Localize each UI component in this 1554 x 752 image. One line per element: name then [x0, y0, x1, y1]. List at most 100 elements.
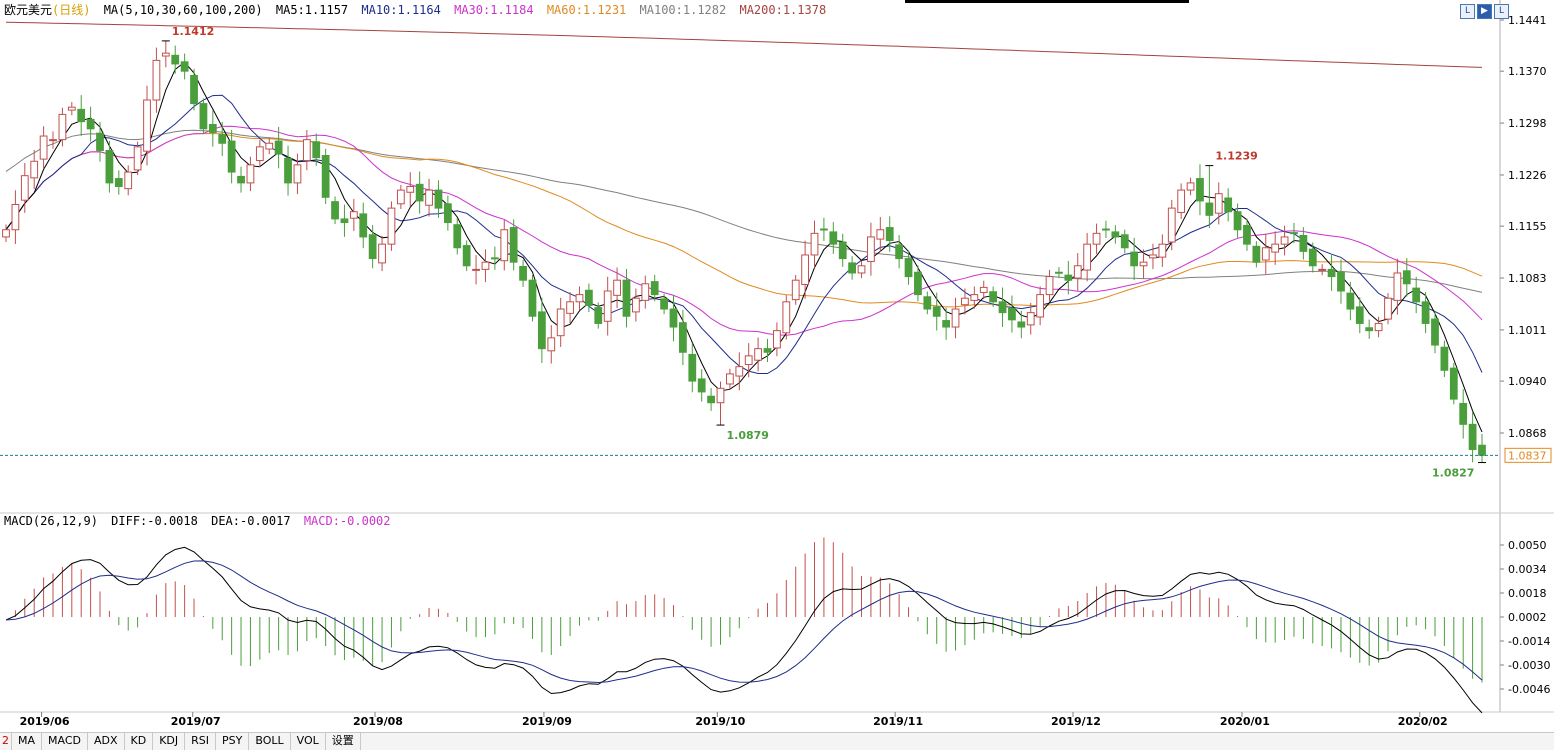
legend-ma60: MA60:1.1231: [546, 3, 627, 17]
candle-body: [218, 134, 227, 144]
candle: [782, 295, 791, 340]
candle-body: [782, 301, 791, 334]
candle-body: [481, 261, 490, 270]
ma5-line: [5, 61, 1483, 433]
toolbar-button-2[interactable]: ▶: [1477, 4, 1492, 19]
candle: [1431, 310, 1439, 354]
chart-canvas[interactable]: 1.0837 1.1441 1.1370 1.1298 1.1226 1.1155 1.1…: [0, 0, 1554, 732]
candle-body: [1055, 271, 1063, 274]
low-annotation: 1.0827: [1432, 467, 1474, 480]
candle: [1412, 276, 1421, 314]
candle: [754, 337, 762, 372]
candle: [613, 267, 621, 309]
legend-ma100: MA100:1.1282: [639, 3, 727, 17]
candle: [20, 162, 29, 213]
candle: [791, 275, 800, 305]
candle-body: [603, 290, 612, 322]
macd-tick-label: 0.0034: [1508, 563, 1547, 576]
tab-rsi[interactable]: RSI: [185, 733, 217, 750]
tab-index[interactable]: 2: [0, 733, 12, 750]
candle: [688, 343, 697, 393]
candle-body: [773, 330, 781, 349]
toolbar-button-3[interactable]: L: [1494, 4, 1509, 19]
candle: [1252, 241, 1261, 268]
candle: [1393, 258, 1402, 315]
macd-legend: MACD(26,12,9) DIFF:-0.0018 DEA:-0.0017 M…: [4, 513, 397, 529]
candle: [284, 145, 292, 196]
candle: [1083, 232, 1092, 282]
candle: [575, 286, 584, 311]
candle-body: [321, 155, 330, 198]
macd-tick-label: -0.0030: [1508, 659, 1550, 672]
candle: [1149, 243, 1157, 270]
legend-ma30: MA30:1.1184: [454, 3, 534, 17]
dea-line: [5, 560, 1483, 684]
candle-body: [1384, 297, 1392, 320]
tab-kd[interactable]: KD: [125, 733, 154, 750]
candle: [500, 220, 509, 271]
candle-body: [688, 353, 697, 382]
candle: [632, 288, 640, 322]
candle-body: [11, 204, 20, 231]
tab-ma[interactable]: MA: [12, 733, 43, 750]
current-price-label: 1.0837: [1508, 449, 1547, 462]
macd-legend-macd: MACD:-0.0002: [303, 514, 391, 528]
tab-psy[interactable]: PSY: [216, 733, 250, 750]
candle: [594, 302, 603, 329]
candle: [472, 255, 480, 285]
tab-kdj[interactable]: KDJ: [153, 733, 186, 750]
candle: [1120, 229, 1129, 253]
candle-body: [867, 236, 875, 262]
candle: [1102, 220, 1110, 238]
candle: [556, 297, 565, 347]
candle-body: [660, 298, 668, 310]
candle: [1111, 225, 1120, 244]
candle-body: [820, 228, 828, 231]
candle-body: [406, 185, 415, 193]
legend-ma-params[interactable]: MA(5,10,30,60,100,200): [104, 3, 263, 17]
candle: [406, 172, 415, 207]
candle: [387, 201, 396, 251]
tab-boll[interactable]: BOLL: [249, 733, 291, 750]
candle-body: [904, 258, 913, 278]
candle: [697, 369, 706, 402]
candle-body: [284, 157, 292, 184]
candle: [453, 217, 462, 255]
candle-body: [340, 218, 349, 224]
tab-settings[interactable]: 设置: [326, 733, 361, 750]
candle: [1449, 362, 1458, 405]
candle-body: [1355, 306, 1364, 324]
candle: [773, 322, 781, 357]
candle: [1337, 259, 1345, 304]
candle-body: [349, 211, 358, 219]
candle-body: [1393, 272, 1402, 301]
candle-body: [885, 227, 894, 242]
candle: [30, 150, 39, 190]
low-annotation: 1.0879: [726, 429, 768, 442]
candle-body: [744, 355, 753, 366]
candle: [161, 40, 170, 68]
toolbar-button-1[interactable]: L: [1460, 4, 1475, 19]
candle: [1073, 253, 1082, 291]
candle: [867, 222, 875, 276]
candle-body: [359, 213, 368, 238]
candle-body: [556, 308, 565, 337]
candle-body: [1233, 211, 1242, 231]
candle: [726, 368, 734, 390]
candle-body: [594, 307, 603, 324]
candle-body: [1318, 268, 1327, 271]
candle-body: [528, 279, 537, 317]
macd-legend-label[interactable]: MACD(26,12,9): [4, 514, 98, 528]
tab-macd[interactable]: MACD: [42, 733, 88, 750]
candle-body: [979, 286, 988, 293]
candle-body: [1374, 322, 1383, 332]
candle-body: [1149, 254, 1157, 259]
tab-vol[interactable]: VOL: [291, 733, 326, 750]
candle: [679, 309, 687, 366]
candle-body: [1365, 327, 1374, 332]
candle-body: [58, 113, 67, 141]
candle-body: [20, 175, 29, 201]
candle: [1158, 234, 1167, 267]
candle-body: [1111, 231, 1120, 238]
tab-adx[interactable]: ADX: [88, 733, 125, 750]
